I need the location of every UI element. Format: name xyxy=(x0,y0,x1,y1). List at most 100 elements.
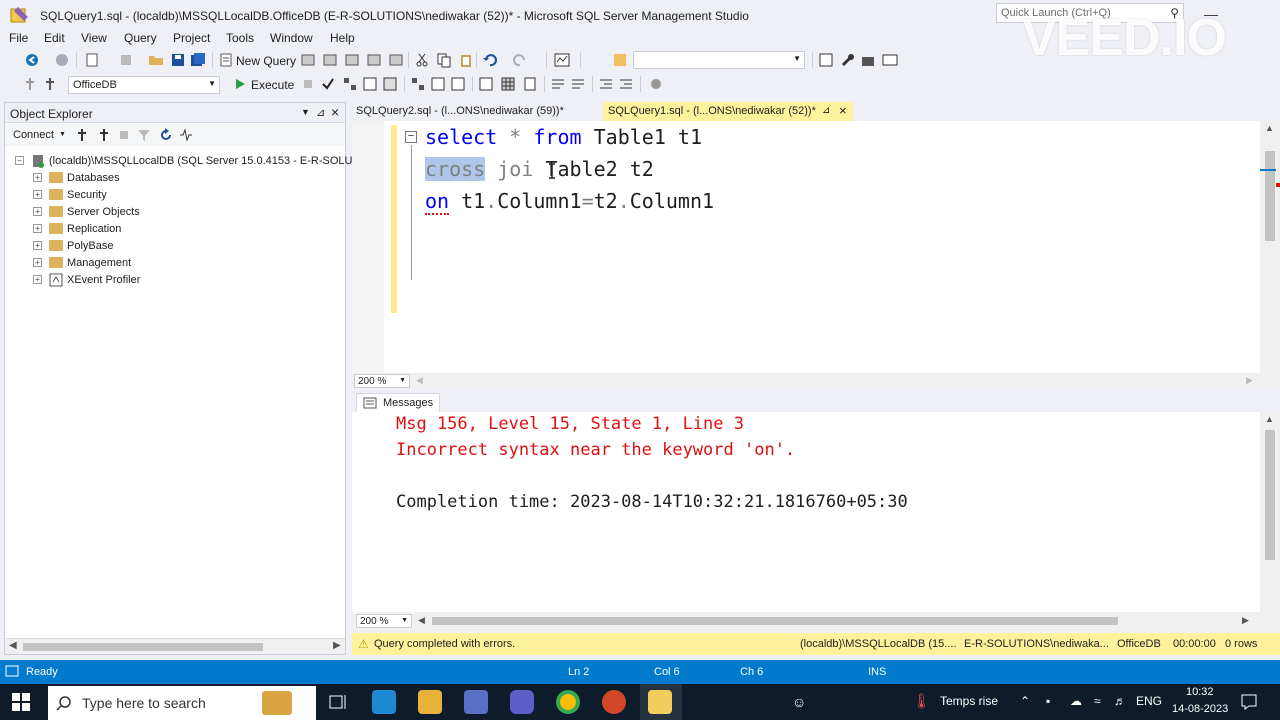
refresh-icon[interactable] xyxy=(159,128,173,142)
expand-icon[interactable]: + xyxy=(33,224,42,233)
scroll-right-icon[interactable]: ▶ xyxy=(1246,375,1253,386)
change-connection-icon[interactable] xyxy=(42,76,58,92)
estimated-plan-icon[interactable] xyxy=(342,76,358,92)
scroll-right-icon[interactable]: ▶ xyxy=(1242,615,1249,626)
horizontal-scrollbar[interactable]: ◀ ▶ xyxy=(5,638,345,654)
specify-values-icon[interactable] xyxy=(648,76,664,92)
collapse-icon[interactable]: − xyxy=(15,156,24,165)
das-query-icon[interactable] xyxy=(388,52,404,68)
vscode-icon[interactable] xyxy=(372,690,396,714)
connect-dropdown-icon[interactable]: ▼ xyxy=(59,131,66,138)
results-to-text-icon[interactable] xyxy=(478,76,494,92)
ssms-taskbar-icon[interactable] xyxy=(464,690,488,714)
live-stats-icon[interactable] xyxy=(430,76,446,92)
results-zoom-select[interactable]: 200 % ▼ xyxy=(356,614,412,628)
tab-sqlquery1[interactable]: SQLQuery1.sql - (l...ONS\nediwakar (52))… xyxy=(603,102,853,121)
menu-view[interactable]: View xyxy=(81,31,107,45)
collapse-region-icon[interactable]: − xyxy=(405,131,417,143)
paste-icon[interactable] xyxy=(458,52,474,68)
forward-icon[interactable] xyxy=(54,52,70,68)
add-item-icon[interactable] xyxy=(118,52,134,68)
query-editor[interactable]: − select * from Table1 t1 cross joi Tabl… xyxy=(352,121,1280,373)
pin-tab-icon[interactable]: ⊿ xyxy=(822,105,830,116)
connect-button[interactable]: Connect xyxy=(13,129,54,141)
menu-file[interactable]: File xyxy=(9,31,28,45)
query-options-icon[interactable] xyxy=(362,76,378,92)
scroll-left-icon[interactable]: ◀ xyxy=(416,375,423,386)
xmla-query-icon[interactable] xyxy=(366,52,382,68)
tray-chevron-icon[interactable]: ⌃ xyxy=(1020,694,1030,708)
save-icon[interactable] xyxy=(170,52,186,68)
tree-server-node[interactable]: − (localdb)\MSSQLLocalDB (SQL Server 15.… xyxy=(15,153,359,170)
clock-date[interactable]: 14-08-2023 xyxy=(1172,703,1228,715)
cloud-icon[interactable]: ☁ xyxy=(1070,694,1082,708)
scroll-thumb[interactable] xyxy=(1265,151,1275,241)
pin-icon[interactable]: ⊿ xyxy=(316,106,325,119)
window-layout-icon[interactable] xyxy=(882,52,898,68)
expand-icon[interactable]: + xyxy=(33,190,42,199)
wrench-icon[interactable] xyxy=(840,52,856,68)
toolbox-icon[interactable] xyxy=(860,52,876,68)
redo-icon[interactable] xyxy=(512,52,528,68)
increase-indent-icon[interactable] xyxy=(618,76,634,92)
filter-icon[interactable] xyxy=(137,128,151,142)
scroll-up-icon[interactable]: ▲ xyxy=(1265,123,1274,133)
taskbar-search-box[interactable]: Type here to search xyxy=(48,686,316,720)
expand-icon[interactable]: + xyxy=(33,207,42,216)
mdx-query-icon[interactable] xyxy=(322,52,338,68)
weather-text[interactable]: Temps rise xyxy=(940,694,998,708)
scroll-right-icon[interactable]: ▶ xyxy=(333,640,341,651)
chrome-icon[interactable] xyxy=(556,690,580,714)
intellisense-icon[interactable] xyxy=(382,76,398,92)
menu-tools[interactable]: Tools xyxy=(226,31,254,45)
results-to-grid-icon[interactable] xyxy=(500,76,516,92)
new-query-icon[interactable] xyxy=(218,52,234,68)
expand-icon[interactable]: + xyxy=(33,258,42,267)
language-indicator[interactable]: ENG xyxy=(1136,694,1162,708)
minimize-icon[interactable]: — xyxy=(1204,6,1218,22)
clock-time[interactable]: 10:32 xyxy=(1186,686,1214,698)
actual-plan-icon[interactable] xyxy=(410,76,426,92)
find-icon[interactable] xyxy=(612,52,628,68)
dmx-query-icon[interactable] xyxy=(344,52,360,68)
messages-pane[interactable]: Msg 156, Level 15, State 1, Line 3 Incor… xyxy=(352,412,1280,612)
scroll-thumb[interactable] xyxy=(432,617,1118,625)
connect-plug-icon[interactable] xyxy=(75,128,89,142)
cut-icon[interactable] xyxy=(414,52,430,68)
copy-icon[interactable] xyxy=(436,52,452,68)
expand-icon[interactable]: + xyxy=(33,241,42,250)
wifi-icon[interactable]: ≈ xyxy=(1094,694,1101,708)
menu-project[interactable]: Project xyxy=(173,31,210,45)
new-project-icon[interactable] xyxy=(84,52,100,68)
properties-icon[interactable] xyxy=(818,52,834,68)
back-icon[interactable] xyxy=(24,52,40,68)
powerpoint-icon[interactable] xyxy=(602,690,626,714)
comment-icon[interactable] xyxy=(550,76,566,92)
file-explorer-icon[interactable] xyxy=(418,690,442,714)
windows-start-icon[interactable] xyxy=(12,693,30,711)
client-stats-icon[interactable] xyxy=(450,76,466,92)
undo-icon[interactable] xyxy=(482,52,498,68)
cancel-query-icon[interactable] xyxy=(300,76,316,92)
execute-button[interactable]: Execute xyxy=(251,78,294,92)
menu-help[interactable]: Help xyxy=(330,31,355,45)
editor-vertical-scrollbar[interactable]: ▲ xyxy=(1260,121,1280,373)
expand-icon[interactable]: + xyxy=(33,275,42,284)
results-vertical-scrollbar[interactable]: ▲ xyxy=(1260,412,1280,612)
tab-messages[interactable]: Messages xyxy=(356,393,441,412)
stop-icon[interactable] xyxy=(117,128,131,142)
scroll-left-icon[interactable]: ◀ xyxy=(418,615,425,626)
open-file-icon[interactable] xyxy=(148,52,164,68)
results-to-file-icon[interactable] xyxy=(522,76,538,92)
activity-icon[interactable] xyxy=(179,128,193,142)
panel-menu-icon[interactable]: ▼ xyxy=(301,107,310,117)
find-combo[interactable]: ▼ xyxy=(633,51,805,69)
menu-window[interactable]: Window xyxy=(270,31,313,45)
activity-monitor-icon[interactable] xyxy=(554,52,570,68)
scroll-up-icon[interactable]: ▲ xyxy=(1265,414,1274,424)
decrease-indent-icon[interactable] xyxy=(598,76,614,92)
execute-icon[interactable] xyxy=(232,76,248,92)
menu-query[interactable]: Query xyxy=(124,31,157,45)
task-view-icon[interactable] xyxy=(326,690,350,714)
new-query-button[interactable]: New Query xyxy=(236,54,296,68)
